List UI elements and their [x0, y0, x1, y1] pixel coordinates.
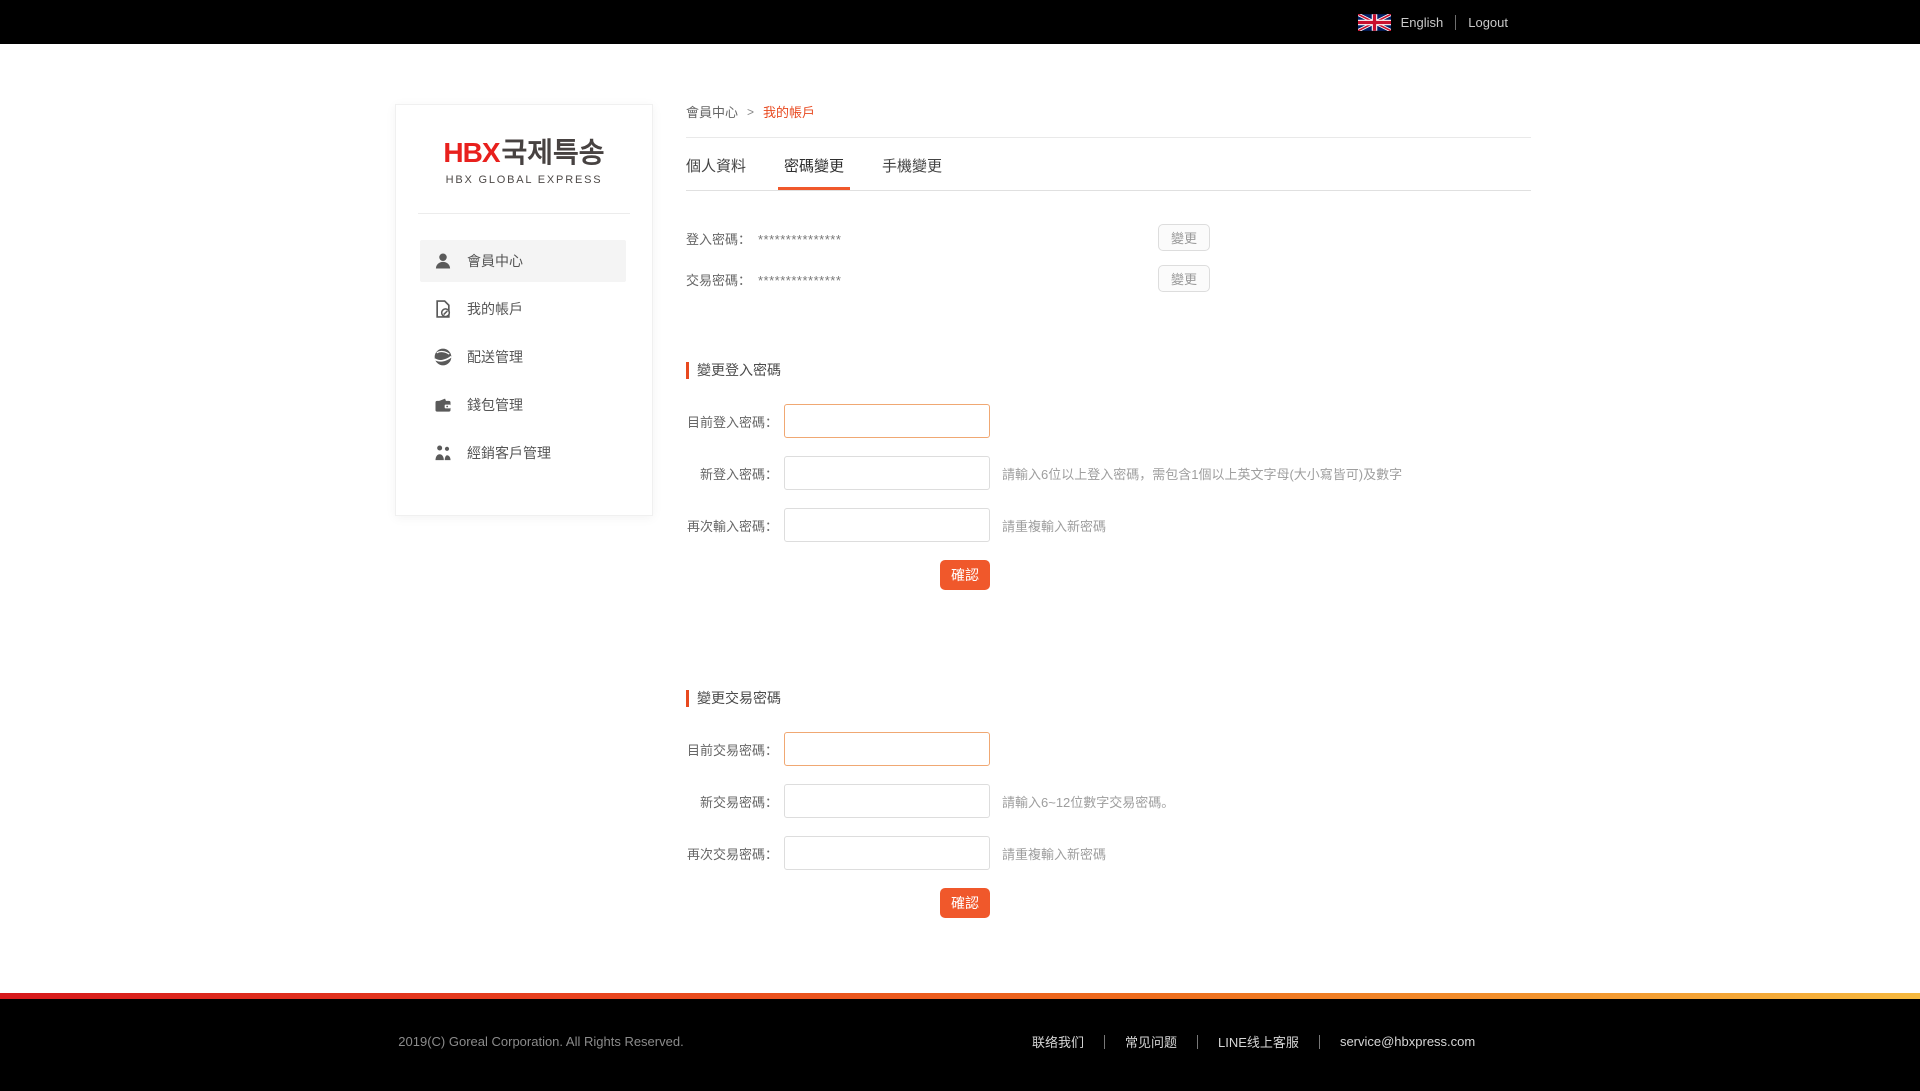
logo-brand-korean: 국제특송	[502, 137, 605, 168]
change-login-password-section: 變更登入密碼 目前登入密碼： 新登入密碼： 請輸入6位以上登入密碼，需包含1個以…	[686, 360, 1531, 590]
footer-divider	[1197, 1035, 1198, 1049]
logout-link[interactable]: Logout	[1468, 15, 1508, 30]
sidebar-item-dealer-customers[interactable]: 經銷客戶管理	[420, 432, 626, 474]
sidebar-divider	[418, 213, 630, 214]
new-trade-password-hint: 請輸入6~12位數字交易密碼。	[1002, 792, 1174, 811]
logo: HBX국제특송 HBX GLOBAL EXPRESS	[396, 105, 652, 186]
repeat-trade-password-label: 再次交易密碼：	[686, 844, 778, 863]
section-header: 變更交易密碼	[686, 688, 1531, 708]
sidebar-item-label: 會員中心	[467, 251, 523, 271]
footer-link-line[interactable]: LINE线上客服	[1218, 1032, 1299, 1051]
trade-password-confirm-button[interactable]: 確認	[940, 888, 990, 918]
topbar-divider	[1455, 15, 1456, 30]
current-trade-password-label: 目前交易密碼：	[686, 740, 778, 759]
sidebar-item-label: 經銷客戶管理	[467, 443, 551, 463]
breadcrumb: 會員中心 > 我的帳戶	[686, 98, 1531, 138]
new-login-password-field: 新登入密碼： 請輸入6位以上登入密碼，需包含1個以上英文字母(大小寫皆可)及數字	[686, 456, 1531, 490]
repeat-trade-password-field: 再次交易密碼： 請重複輸入新密碼	[686, 836, 1531, 870]
current-trade-password-field: 目前交易密碼：	[686, 732, 1531, 766]
repeat-trade-password-input[interactable]	[784, 836, 990, 870]
repeat-trade-password-hint: 請重複輸入新密碼	[1002, 844, 1106, 863]
footer-links: 联络我们 常见问题 LINE线上客服 service@hbxpress.com	[1032, 1032, 1475, 1051]
new-trade-password-input[interactable]	[784, 784, 990, 818]
sidebar: HBX국제특송 HBX GLOBAL EXPRESS 會員中心 我的帳戶	[395, 104, 653, 516]
new-login-password-label: 新登入密碼：	[686, 464, 778, 483]
sidebar-item-label: 配送管理	[467, 347, 523, 367]
trade-password-masked-value: ***************	[758, 270, 841, 288]
password-summary: 登入密碼： *************** 變更 交易密碼： *********…	[686, 224, 1531, 293]
new-login-password-hint: 請輸入6位以上登入密碼，需包含1個以上英文字母(大小寫皆可)及數字	[1002, 464, 1402, 483]
document-edit-icon	[433, 299, 453, 319]
sidebar-item-member-center[interactable]: 會員中心	[420, 240, 626, 282]
sidebar-menu: 會員中心 我的帳戶 配送管理 錢包管理	[396, 240, 652, 474]
sidebar-item-label: 我的帳戶	[467, 299, 523, 319]
section-accent-bar	[686, 690, 689, 707]
globe-icon	[433, 347, 453, 367]
repeat-login-password-label: 再次輸入密碼：	[686, 516, 778, 535]
section-title: 變更交易密碼	[697, 688, 781, 708]
tab-profile[interactable]: 個人資料	[680, 138, 752, 190]
new-trade-password-label: 新交易密碼：	[686, 792, 778, 811]
section-accent-bar	[686, 362, 689, 379]
trade-password-label: 交易密碼：	[686, 270, 758, 289]
main-content: 會員中心 > 我的帳戶 個人資料 密碼變更 手機變更 登入密碼： *******…	[686, 98, 1531, 918]
section-title: 變更登入密碼	[697, 360, 781, 380]
current-login-password-field: 目前登入密碼：	[686, 404, 1531, 438]
topbar: English Logout	[0, 0, 1920, 44]
wallet-icon	[433, 395, 453, 415]
repeat-login-password-input[interactable]	[784, 508, 990, 542]
sidebar-item-my-account[interactable]: 我的帳戶	[420, 288, 626, 330]
user-icon	[433, 251, 453, 271]
new-login-password-input[interactable]	[784, 456, 990, 490]
footer: 2019(C) Goreal Corporation. All Rights R…	[0, 999, 1920, 1091]
sidebar-item-label: 錢包管理	[467, 395, 523, 415]
change-trade-password-section: 變更交易密碼 目前交易密碼： 新交易密碼： 請輸入6~12位數字交易密碼。 再次…	[686, 688, 1531, 918]
repeat-login-password-hint: 請重複輸入新密碼	[1002, 516, 1106, 535]
current-trade-password-input[interactable]	[784, 732, 990, 766]
tab-phone-change[interactable]: 手機變更	[876, 138, 948, 190]
login-password-confirm-button[interactable]: 確認	[940, 560, 990, 590]
repeat-login-password-field: 再次輸入密碼： 請重複輸入新密碼	[686, 508, 1531, 542]
logo-wordmark: HBX국제특송	[396, 139, 652, 167]
login-password-row: 登入密碼： *************** 變更	[686, 224, 1531, 252]
login-password-masked-value: ***************	[758, 229, 841, 247]
logo-subtitle: HBX GLOBAL EXPRESS	[396, 174, 652, 186]
trade-password-row: 交易密碼： *************** 變更	[686, 265, 1531, 293]
new-trade-password-field: 新交易密碼： 請輸入6~12位數字交易密碼。	[686, 784, 1531, 818]
section-header: 變更登入密碼	[686, 360, 1531, 380]
current-login-password-label: 目前登入密碼：	[686, 412, 778, 431]
footer-divider	[1319, 1035, 1320, 1049]
sidebar-item-wallet[interactable]: 錢包管理	[420, 384, 626, 426]
footer-divider	[1104, 1035, 1105, 1049]
users-icon	[433, 443, 453, 463]
footer-link-faq[interactable]: 常见问题	[1125, 1032, 1177, 1051]
footer-email-link[interactable]: service@hbxpress.com	[1340, 1034, 1475, 1049]
sidebar-item-delivery[interactable]: 配送管理	[420, 336, 626, 378]
copyright-text: 2019(C) Goreal Corporation. All Rights R…	[395, 1034, 687, 1049]
trade-password-change-button[interactable]: 變更	[1158, 265, 1210, 292]
footer-link-contact[interactable]: 联络我们	[1032, 1032, 1084, 1051]
login-password-change-button[interactable]: 變更	[1158, 224, 1210, 251]
breadcrumb-current: 我的帳戶	[763, 102, 815, 121]
current-login-password-input[interactable]	[784, 404, 990, 438]
login-password-label: 登入密碼：	[686, 229, 758, 248]
language-switch[interactable]: English	[1401, 15, 1444, 30]
tab-bar: 個人資料 密碼變更 手機變更	[686, 138, 1531, 191]
uk-flag-icon[interactable]	[1358, 14, 1391, 31]
logo-brand: HBX	[443, 137, 499, 168]
breadcrumb-separator: >	[747, 105, 754, 119]
tab-password-change[interactable]: 密碼變更	[778, 138, 850, 190]
breadcrumb-parent[interactable]: 會員中心	[686, 102, 738, 121]
